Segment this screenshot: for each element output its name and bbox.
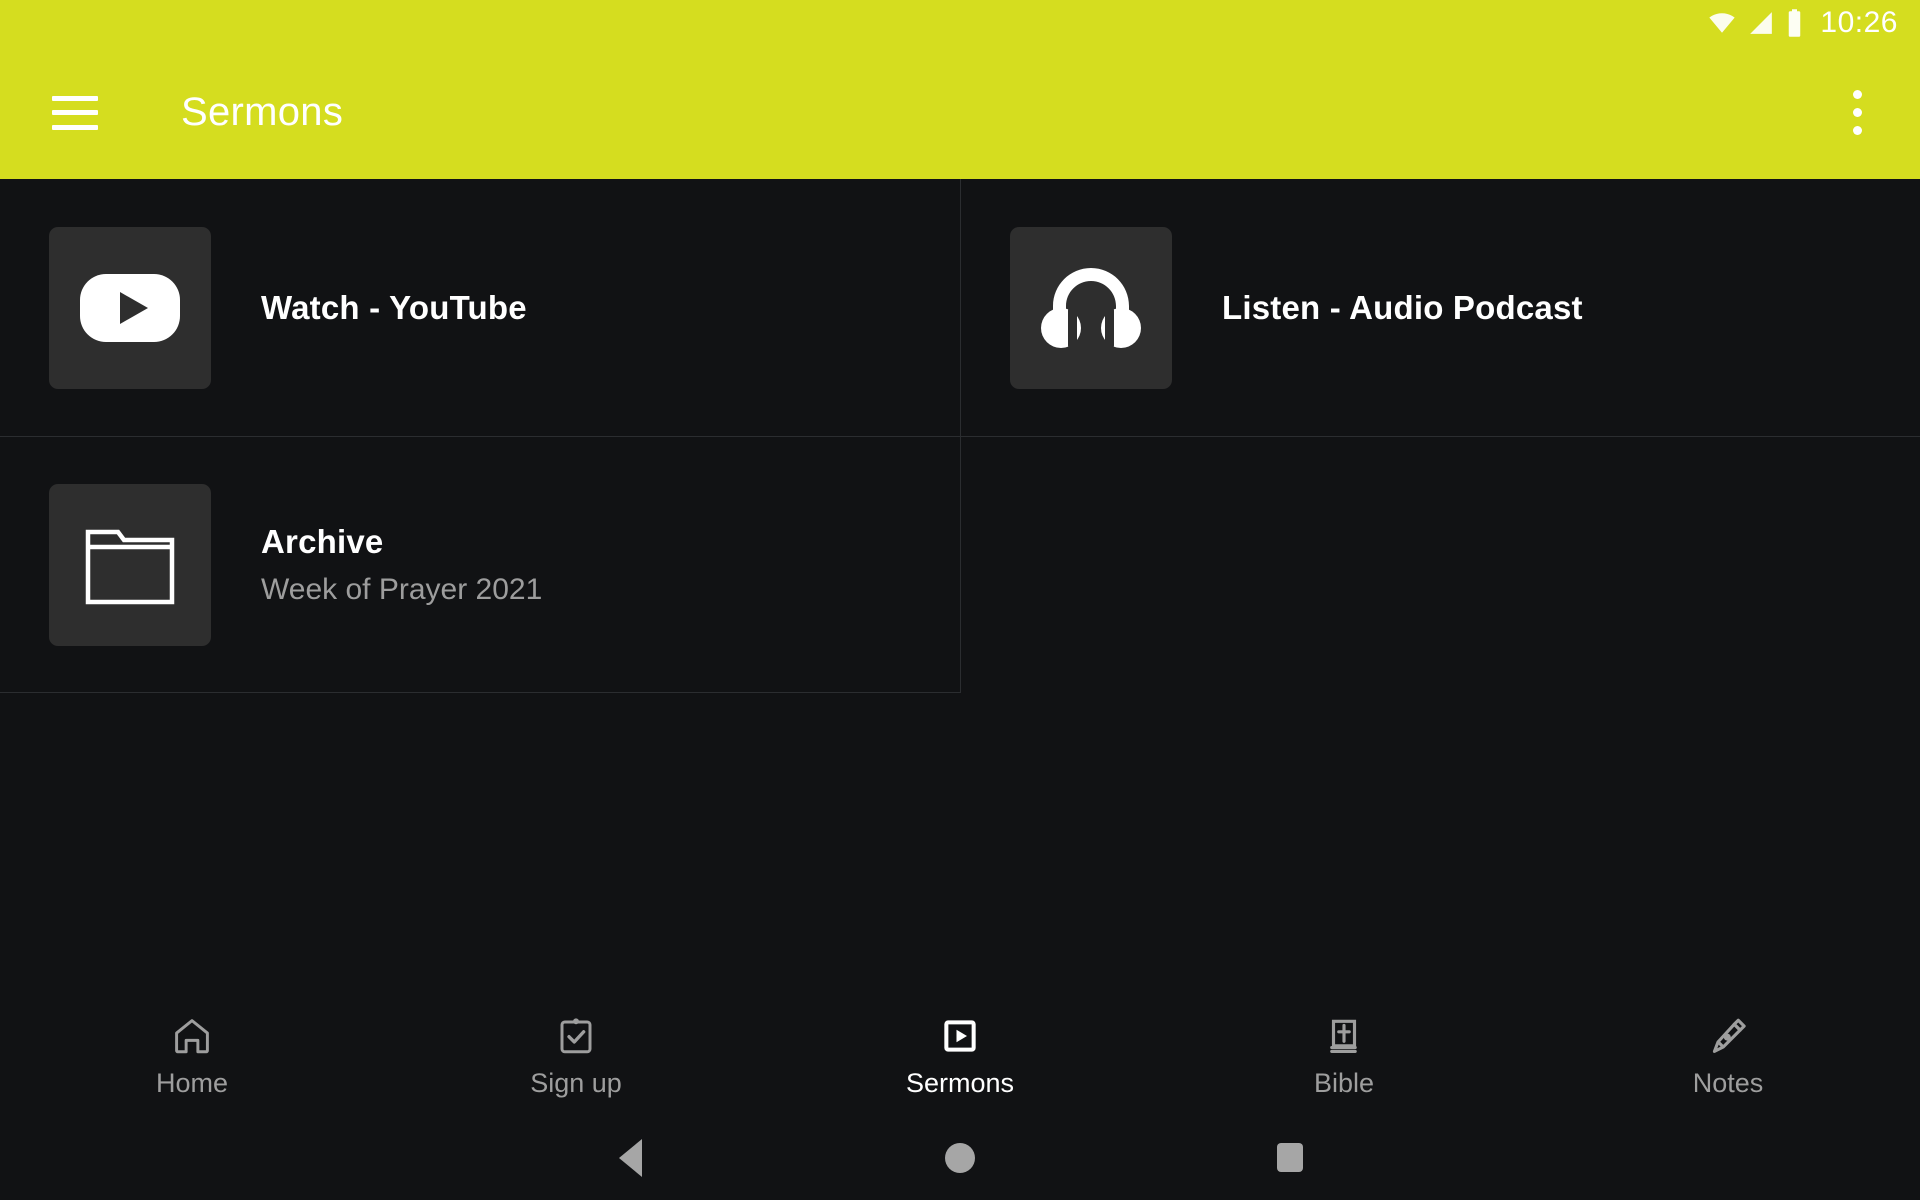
nav-item-home[interactable]: Home — [0, 1013, 384, 1097]
nav-label: Sermons — [905, 1068, 1015, 1098]
home-icon — [170, 1013, 214, 1059]
tile-text: Listen - Audio Podcast — [1222, 287, 1583, 328]
tile-title: Listen - Audio Podcast — [1222, 288, 1583, 326]
video-play-square-icon — [939, 1013, 981, 1059]
overflow-dot — [1852, 90, 1862, 99]
tile-title: Watch - YouTube — [261, 288, 527, 326]
hamburger-bar — [52, 124, 98, 130]
book-cross-icon — [1323, 1013, 1365, 1059]
nav-label: Sign up — [530, 1068, 622, 1098]
app-bar: Sermons — [0, 46, 1920, 179]
headphones-icon — [1010, 226, 1172, 389]
tile-watch-youtube[interactable]: Watch - YouTube — [0, 179, 961, 437]
hamburger-bar — [52, 110, 98, 115]
android-system-navigation — [0, 1115, 1920, 1200]
back-button[interactable] — [465, 1138, 795, 1177]
clipboard-check-icon — [555, 1013, 597, 1059]
overflow-dot — [1852, 108, 1862, 117]
nav-item-notes[interactable]: Notes — [1536, 1013, 1920, 1097]
tile-listen-audio-podcast[interactable]: Listen - Audio Podcast — [961, 179, 1920, 437]
tile-title: Archive — [261, 523, 384, 561]
nav-item-sign-up[interactable]: Sign up — [384, 1013, 768, 1097]
content-area: Watch - YouTube Listen - Audio Podcast A… — [0, 179, 1920, 999]
battery-icon — [1785, 8, 1804, 38]
page-title: Sermons — [181, 90, 344, 134]
tile-text: Archive Week of Prayer 2021 — [261, 521, 542, 607]
circle-home-icon — [945, 1142, 975, 1173]
overflow-dot — [1852, 126, 1862, 135]
home-button[interactable] — [795, 1142, 1125, 1173]
nav-item-bible[interactable]: Bible — [1152, 1013, 1536, 1097]
status-bar: 10:26 — [0, 0, 1920, 46]
hamburger-menu-icon[interactable] — [52, 95, 98, 130]
tile-empty-slot — [961, 437, 1920, 693]
tile-text: Watch - YouTube — [261, 287, 527, 328]
nav-label: Notes — [1692, 1068, 1764, 1098]
nav-item-sermons[interactable]: Sermons — [768, 1013, 1152, 1097]
recents-button[interactable] — [1125, 1143, 1455, 1172]
status-clock: 10:26 — [1820, 6, 1898, 39]
triangle-back-icon — [618, 1138, 642, 1177]
more-vert-icon[interactable] — [1836, 83, 1878, 143]
tile-grid: Watch - YouTube Listen - Audio Podcast A… — [0, 179, 1920, 693]
folder-icon — [49, 483, 211, 646]
signal-icon — [1747, 10, 1775, 36]
youtube-play-icon — [49, 226, 211, 389]
bottom-navigation: Home Sign up Sermons Bible Notes — [0, 995, 1920, 1115]
nav-label: Home — [155, 1068, 229, 1098]
tile-subtitle: Week of Prayer 2021 — [261, 572, 543, 606]
tile-archive[interactable]: Archive Week of Prayer 2021 — [0, 437, 961, 693]
nav-label: Bible — [1313, 1068, 1375, 1098]
wifi-icon — [1707, 10, 1737, 36]
square-recents-icon — [1277, 1143, 1303, 1172]
hamburger-bar — [52, 95, 98, 101]
pen-nib-icon — [1706, 1013, 1750, 1059]
